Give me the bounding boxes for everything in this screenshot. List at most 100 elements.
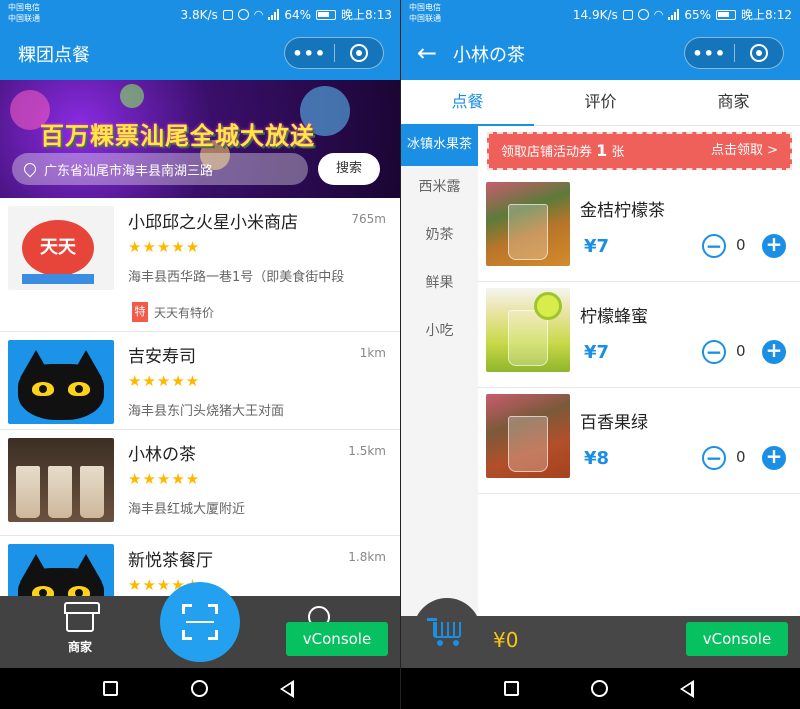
status-icons: 14.9K/s ◠ 65% 晚上8:12 — [573, 6, 792, 23]
shop-distance: 1.8km — [348, 550, 386, 564]
logo-ribbon — [22, 274, 94, 284]
carrier-info: 中国电信 中国联通 — [409, 2, 441, 24]
shop-address: 海丰县西华路一巷1号（即美食街中段 — [128, 270, 345, 285]
item-price: ¥8 — [584, 448, 610, 469]
item-image — [486, 182, 570, 266]
wifi-icon: ◠ — [253, 8, 264, 21]
minus-icon[interactable]: − — [702, 446, 726, 470]
plus-icon[interactable]: + — [762, 340, 786, 364]
coupon-prefix: 领取店铺活动券 — [501, 145, 593, 160]
promo-text: 天天有特价 — [154, 305, 215, 320]
shop-distance: 1.5km — [348, 444, 386, 458]
android-nav-bar — [401, 668, 800, 709]
home-icon[interactable] — [591, 680, 608, 697]
carrier-2: 中国联通 — [8, 14, 40, 23]
tab-order[interactable]: 点餐 — [401, 80, 534, 126]
category-item[interactable]: 冰镇水果茶 — [401, 126, 478, 166]
plus-icon[interactable]: + — [762, 234, 786, 258]
location-field[interactable]: 广东省汕尾市海丰县南湖三路 — [12, 153, 308, 185]
item-price: ¥7 — [584, 342, 610, 363]
vconsole-button[interactable]: vConsole — [286, 622, 388, 656]
item-quantity: 0 — [736, 342, 746, 360]
recents-icon[interactable] — [103, 681, 118, 696]
category-item[interactable]: 奶茶 — [401, 214, 478, 262]
cat-eye — [32, 382, 54, 396]
cart-total: ¥0 — [493, 628, 519, 652]
back-arrow-icon[interactable]: ← — [417, 41, 437, 65]
menu-item[interactable]: 金桔柠檬茶 ¥7 − 0 + — [478, 176, 800, 282]
shop-item[interactable]: 天天 小邱邱之火星小米商店 765m ★★★★★ 海丰县西华路一巷1号（即美食街… — [0, 198, 400, 332]
close-capsule-button[interactable] — [335, 44, 384, 62]
shop-distance: 1km — [359, 346, 386, 360]
shop-promo: 特 天天有特价 — [132, 302, 214, 322]
clock: 晚上8:13 — [341, 8, 392, 22]
category-sidebar: 冰镇水果茶 西米露 奶茶 鲜果 小吃 — [401, 126, 478, 616]
battery-percent: 65% — [684, 7, 712, 22]
category-item[interactable]: 鲜果 — [401, 262, 478, 310]
plus-icon[interactable]: + — [762, 446, 786, 470]
tab-reviews[interactable]: 评价 — [534, 80, 667, 125]
back-nav-icon[interactable] — [280, 680, 294, 698]
item-name: 金桔柠檬茶 — [580, 201, 665, 221]
vconsole-button[interactable]: vConsole — [686, 622, 788, 656]
category-item[interactable]: 小吃 — [401, 310, 478, 358]
carrier-1: 中国电信 — [8, 3, 40, 12]
more-dots-icon[interactable]: ••• — [685, 44, 734, 63]
minus-icon[interactable]: − — [702, 234, 726, 258]
item-image — [486, 394, 570, 478]
scan-button[interactable] — [160, 582, 240, 662]
shop-name: 新悦茶餐厅 — [128, 551, 213, 571]
banner-headline: 百万粿票汕尾全城大放送 — [40, 122, 315, 150]
menu-item[interactable]: 柠檬蜂蜜 ¥7 − 0 + — [478, 282, 800, 388]
network-speed: 14.9K/s — [572, 7, 618, 22]
shop-list: 天天 小邱邱之火星小米商店 765m ★★★★★ 海丰县西华路一巷1号（即美食街… — [0, 198, 400, 636]
alarm-icon — [637, 9, 649, 20]
coupon-suffix: 张 — [611, 145, 625, 160]
shop-address: 海丰县红城大厦附近 — [128, 502, 246, 517]
drink-glass — [508, 416, 548, 472]
special-badge: 特 — [132, 302, 148, 322]
shop-name: 小邱邱之火星小米商店 — [128, 213, 298, 233]
tab-merchant[interactable]: 商家 — [667, 80, 800, 125]
claim-coupon-link[interactable]: 点击领取 > — [711, 134, 778, 168]
store-icon — [64, 602, 100, 632]
item-image — [486, 288, 570, 372]
cart-icon — [427, 616, 463, 646]
vibrate-icon — [222, 9, 233, 20]
tab-shops-label: 商家 — [67, 640, 92, 654]
shop-menu-screen: 中国电信 中国联通 14.9K/s ◠ 65% 晚上8:12 ← 小林の茶 ••… — [401, 0, 800, 709]
shop-item[interactable]: 小林の茶 1.5km ★★★★★ 海丰县红城大厦附近 — [0, 430, 400, 536]
minus-icon[interactable]: − — [702, 340, 726, 364]
more-dots-icon[interactable]: ••• — [285, 44, 334, 63]
scan-icon — [182, 604, 218, 640]
coupon-banner[interactable]: 领取店铺活动券 1 张 点击领取 > — [487, 132, 792, 170]
search-button[interactable]: 搜索 — [318, 153, 380, 185]
location-text: 广东省汕尾市海丰县南湖三路 — [44, 163, 214, 179]
shop-address: 海丰县东门头烧猪大王对面 — [128, 404, 285, 419]
tab-shops[interactable]: 商家 — [60, 602, 100, 655]
status-bar: 中国电信 中国联通 3.8K/s ◠ 64% 晚上8:13 — [0, 0, 400, 28]
shop-distance: 765m — [351, 212, 386, 226]
carrier-2: 中国联通 — [409, 14, 441, 23]
recents-icon[interactable] — [504, 681, 519, 696]
title-bar: ← 小林の茶 ••• — [401, 28, 800, 80]
battery-icon — [316, 9, 337, 20]
clock: 晚上8:12 — [741, 8, 792, 22]
star-rating: ★★★★★ — [128, 470, 201, 488]
category-item[interactable]: 西米露 — [401, 166, 478, 214]
item-price: ¥7 — [584, 236, 610, 257]
star-rating: ★★★★★ — [128, 238, 201, 256]
shop-item[interactable]: 吉安寿司 1km ★★★★★ 海丰县东门头烧猪大王对面 — [0, 332, 400, 430]
shop-logo: 天天 — [8, 206, 114, 290]
status-icons: 3.8K/s ◠ 64% 晚上8:13 — [181, 6, 392, 23]
close-capsule-button[interactable] — [735, 44, 784, 62]
carrier-1: 中国电信 — [409, 3, 441, 12]
mini-program-capsule: ••• — [284, 37, 384, 69]
back-nav-icon[interactable] — [680, 680, 694, 698]
page-title: 小林の茶 — [453, 45, 525, 66]
menu-items: 金桔柠檬茶 ¥7 − 0 + 柠檬蜂蜜 ¥7 − 0 + 百香果绿 ¥8 − 0… — [478, 176, 800, 494]
coupon-count: 1 — [596, 141, 608, 160]
title-bar: 粿团点餐 ••• — [0, 28, 400, 80]
menu-item[interactable]: 百香果绿 ¥8 − 0 + — [478, 388, 800, 494]
home-icon[interactable] — [191, 680, 208, 697]
